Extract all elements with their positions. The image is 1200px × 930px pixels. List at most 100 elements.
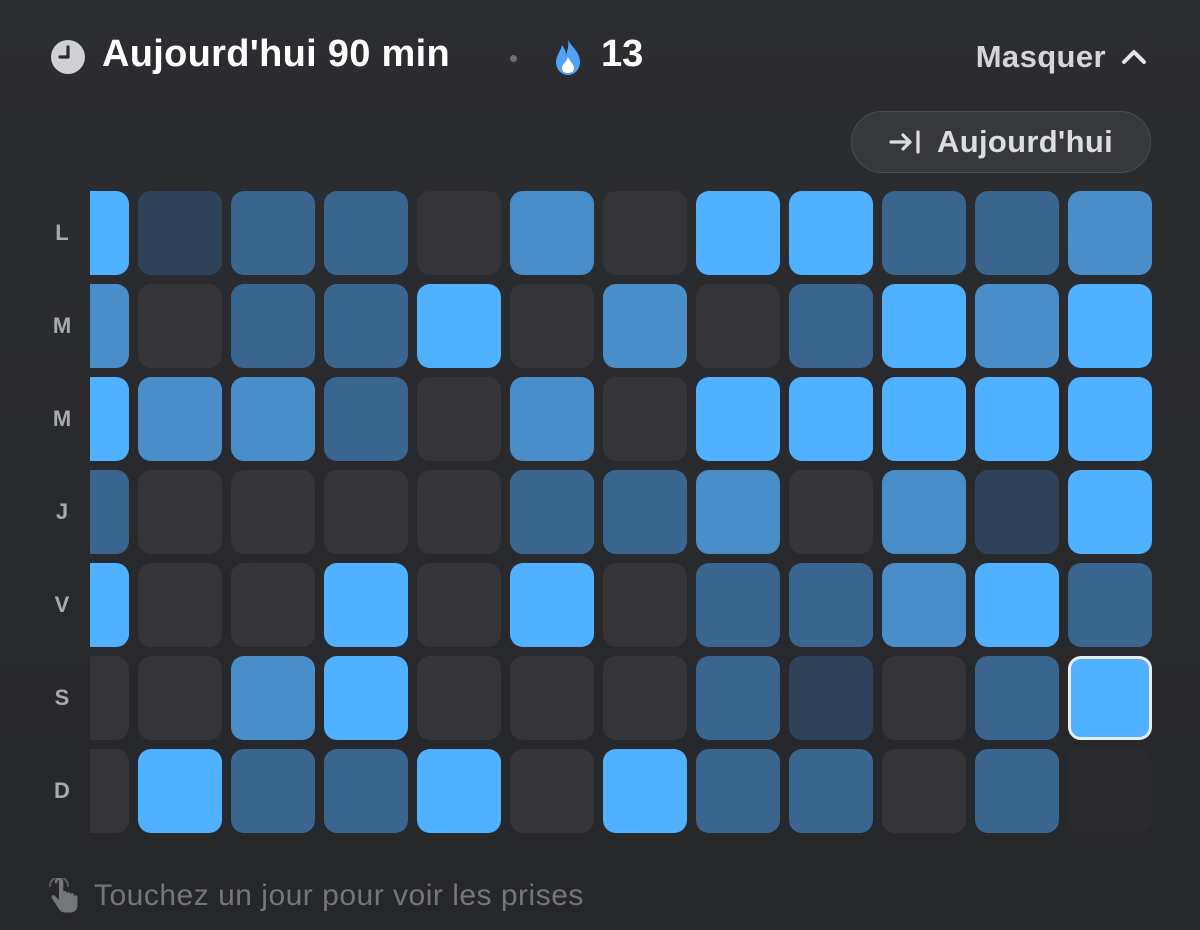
day-cell[interactable] — [789, 563, 873, 647]
day-cell[interactable] — [510, 377, 594, 461]
day-cell[interactable] — [1068, 563, 1152, 647]
day-cell[interactable] — [1068, 749, 1152, 833]
separator-dot — [510, 55, 517, 62]
day-cell[interactable] — [882, 191, 966, 275]
day-cell[interactable] — [417, 749, 501, 833]
day-cell[interactable] — [417, 377, 501, 461]
hide-toggle-button[interactable]: Masquer — [976, 37, 1148, 77]
day-cell[interactable] — [510, 563, 594, 647]
day-cell[interactable] — [882, 656, 966, 740]
day-cell[interactable] — [90, 656, 129, 740]
day-cell[interactable] — [789, 749, 873, 833]
day-cell[interactable] — [1068, 377, 1152, 461]
day-cell[interactable] — [1068, 284, 1152, 368]
day-cell[interactable] — [603, 284, 687, 368]
day-cell[interactable] — [789, 191, 873, 275]
day-cell[interactable] — [789, 377, 873, 461]
day-cell[interactable] — [231, 377, 315, 461]
day-cell[interactable] — [324, 377, 408, 461]
day-cell[interactable] — [90, 191, 129, 275]
jump-to-today-button[interactable]: Aujourd'hui — [851, 111, 1151, 173]
weekday-label: S — [54, 685, 70, 710]
day-cell-selected[interactable] — [1068, 656, 1152, 740]
day-cell[interactable] — [882, 377, 966, 461]
day-cell[interactable] — [696, 191, 780, 275]
day-cell[interactable] — [789, 284, 873, 368]
day-cell[interactable] — [324, 563, 408, 647]
day-cell[interactable] — [1068, 191, 1152, 275]
day-cell[interactable] — [417, 563, 501, 647]
day-cell[interactable] — [975, 563, 1059, 647]
day-cell[interactable] — [417, 191, 501, 275]
day-cell[interactable] — [90, 470, 129, 554]
day-cell[interactable] — [138, 563, 222, 647]
day-cell[interactable] — [231, 191, 315, 275]
day-cell[interactable] — [231, 749, 315, 833]
day-cell[interactable] — [324, 749, 408, 833]
day-cell[interactable] — [696, 470, 780, 554]
day-cell[interactable] — [696, 656, 780, 740]
day-cell[interactable] — [882, 749, 966, 833]
weekday-label: J — [55, 499, 69, 524]
day-cell[interactable] — [231, 563, 315, 647]
day-cell[interactable] — [603, 749, 687, 833]
day-cell[interactable] — [510, 191, 594, 275]
day-cell[interactable] — [1068, 470, 1152, 554]
day-cell[interactable] — [696, 749, 780, 833]
day-cell[interactable] — [138, 191, 222, 275]
day-cell[interactable] — [324, 656, 408, 740]
day-cell[interactable] — [324, 191, 408, 275]
day-cell[interactable] — [696, 563, 780, 647]
weekday-label: V — [54, 592, 70, 617]
jump-to-today-label: Aujourd'hui — [937, 124, 1113, 159]
day-cell[interactable] — [324, 284, 408, 368]
flame-icon — [556, 39, 580, 75]
day-cell[interactable] — [138, 656, 222, 740]
day-cell[interactable] — [231, 470, 315, 554]
streak-count: 13 — [601, 33, 644, 75]
weekday-label: D — [54, 778, 70, 803]
clock-icon — [51, 40, 85, 74]
day-cell[interactable] — [510, 284, 594, 368]
day-cell[interactable] — [696, 377, 780, 461]
hint-label: Touchez un jour pour voir les prises — [94, 879, 584, 912]
day-cell[interactable] — [603, 470, 687, 554]
day-cell[interactable] — [603, 563, 687, 647]
day-cell[interactable] — [510, 749, 594, 833]
weekday-label: M — [52, 313, 72, 338]
day-cell[interactable] — [417, 656, 501, 740]
day-cell[interactable] — [603, 191, 687, 275]
day-cell[interactable] — [90, 284, 129, 368]
day-cell[interactable] — [417, 284, 501, 368]
day-cell[interactable] — [603, 656, 687, 740]
day-cell[interactable] — [138, 284, 222, 368]
hint: Touchez un jour pour voir les prises — [48, 876, 584, 916]
day-cell[interactable] — [789, 470, 873, 554]
day-cell[interactable] — [324, 470, 408, 554]
day-cell[interactable] — [510, 470, 594, 554]
day-cell[interactable] — [975, 191, 1059, 275]
day-cell[interactable] — [882, 563, 966, 647]
day-cell[interactable] — [90, 377, 129, 461]
day-cell[interactable] — [975, 377, 1059, 461]
day-cell[interactable] — [882, 470, 966, 554]
day-cell[interactable] — [789, 656, 873, 740]
day-cell[interactable] — [90, 563, 129, 647]
day-cell[interactable] — [975, 656, 1059, 740]
day-cell[interactable] — [975, 284, 1059, 368]
day-cell[interactable] — [603, 377, 687, 461]
day-cell[interactable] — [231, 284, 315, 368]
day-cell[interactable] — [882, 284, 966, 368]
day-cell[interactable] — [90, 749, 129, 833]
activity-heatmap-grid — [90, 191, 1152, 834]
day-cell[interactable] — [975, 470, 1059, 554]
day-cell[interactable] — [696, 284, 780, 368]
day-cell[interactable] — [138, 377, 222, 461]
day-cell[interactable] — [417, 470, 501, 554]
day-cell[interactable] — [510, 656, 594, 740]
day-cell[interactable] — [138, 470, 222, 554]
day-cell[interactable] — [975, 749, 1059, 833]
day-cell[interactable] — [138, 749, 222, 833]
jump-to-today-icon — [889, 130, 920, 154]
day-cell[interactable] — [231, 656, 315, 740]
